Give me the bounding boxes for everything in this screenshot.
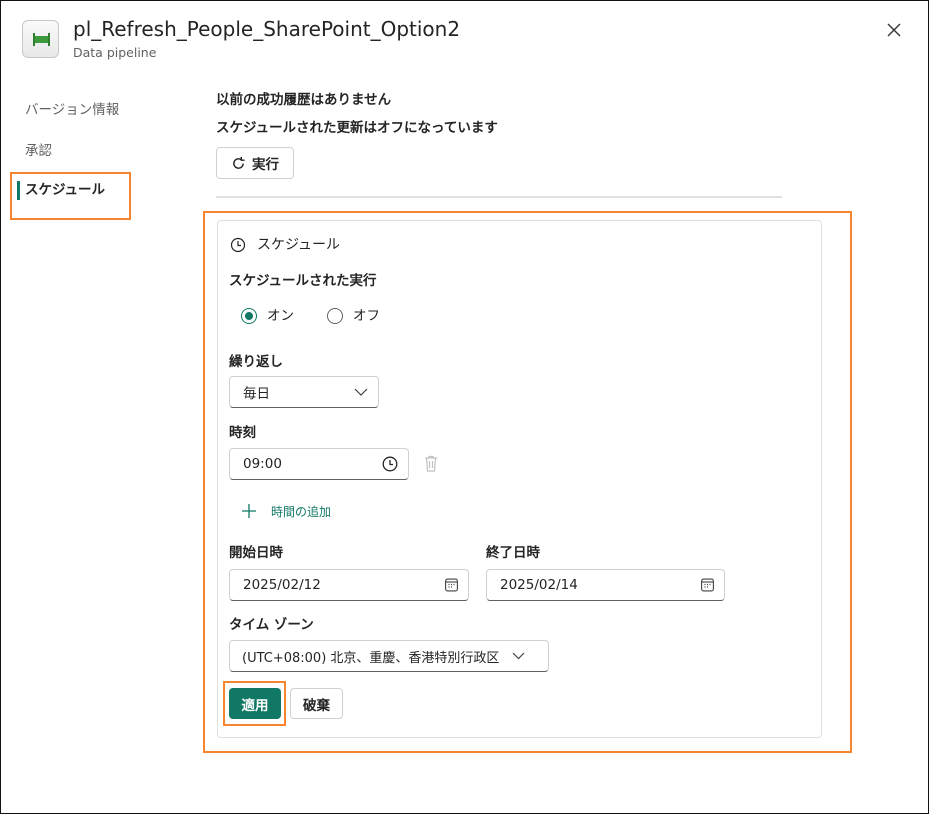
time-label: 時刻	[229, 425, 256, 441]
radio-off-label[interactable]: オフ	[353, 307, 380, 325]
clock-icon	[230, 237, 246, 253]
start-date-label: 開始日時	[229, 545, 283, 561]
scheduled-run-label: スケジュールされた実行	[229, 273, 377, 289]
run-button[interactable]: 実行	[216, 147, 294, 179]
history-status: 以前の成功履歴はありません	[216, 92, 392, 108]
radio-on-label[interactable]: オン	[267, 307, 294, 325]
repeat-label: 繰り返し	[229, 354, 283, 370]
page-subtitle: Data pipeline	[73, 45, 157, 60]
end-date-value: 2025/02/14	[500, 577, 578, 593]
sidebar-item-version[interactable]: バージョン情報	[25, 101, 119, 119]
repeat-dropdown[interactable]: 毎日	[229, 376, 379, 408]
calendar-icon[interactable]	[701, 578, 714, 592]
highlight-box	[223, 681, 286, 726]
divider	[216, 196, 782, 198]
refresh-icon	[233, 156, 245, 169]
calendar-icon[interactable]	[445, 578, 458, 592]
discard-button[interactable]: 破棄	[290, 688, 343, 719]
clock-icon[interactable]	[382, 456, 398, 472]
pipeline-icon	[22, 20, 59, 58]
close-icon[interactable]	[886, 22, 902, 38]
end-date-label: 終了日時	[486, 545, 540, 561]
add-time-button[interactable]: 時間の追加	[271, 503, 331, 520]
sidebar-item-approval[interactable]: 承認	[25, 142, 52, 160]
refresh-status: スケジュールされた更新はオフになっています	[216, 120, 498, 136]
time-input[interactable]: 09:00	[229, 448, 409, 480]
start-date-value: 2025/02/12	[243, 577, 321, 593]
timezone-dropdown[interactable]: (UTC+08:00) 北京、重慶、香港特別行政区	[229, 640, 549, 672]
chevron-down-icon	[354, 388, 368, 396]
end-date-input[interactable]: 2025/02/14	[486, 569, 725, 601]
radio-on[interactable]	[241, 308, 257, 324]
discard-label: 破棄	[303, 697, 330, 714]
time-value: 09:00	[243, 456, 282, 472]
start-date-input[interactable]: 2025/02/12	[229, 569, 469, 601]
delete-icon[interactable]	[423, 455, 439, 473]
plus-icon[interactable]	[241, 503, 257, 519]
highlight-box	[10, 172, 131, 220]
timezone-label: タイム ゾーン	[229, 617, 314, 633]
chevron-down-icon	[512, 652, 525, 660]
run-label: 実行	[252, 157, 279, 173]
radio-off[interactable]	[327, 308, 343, 324]
repeat-value: 毎日	[243, 386, 270, 402]
timezone-value: (UTC+08:00) 北京、重慶、香港特別行政区	[242, 650, 500, 666]
schedule-title: スケジュール	[257, 237, 341, 253]
page-title: pl_Refresh_People_SharePoint_Option2	[73, 17, 461, 41]
